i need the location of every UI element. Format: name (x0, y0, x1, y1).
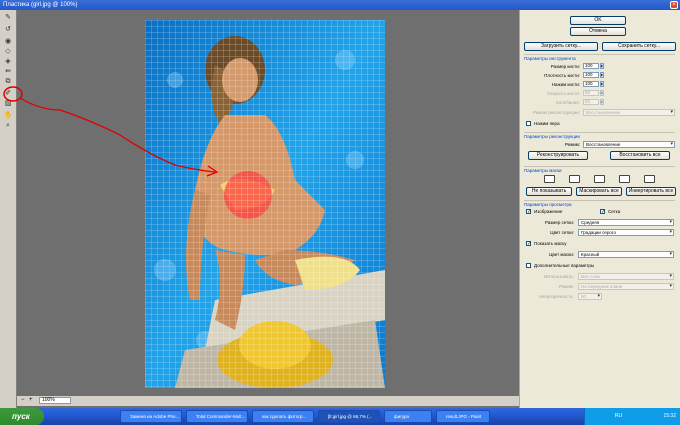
jitter-label: Колебание: (556, 100, 580, 105)
options-panel: OK Отмена Загрузить сетку... Сохранить с… (519, 10, 680, 408)
twirl-icon[interactable]: ◉ (3, 38, 13, 46)
taskbar-item[interactable]: Замена на Adobe Pho... (120, 410, 182, 423)
start-button[interactable]: пуск (0, 408, 44, 425)
status-bar: − + 100% (17, 396, 519, 406)
mode-label: Режим: (564, 142, 580, 147)
reconstruct-mode-select: Восстановление (583, 109, 675, 116)
brush-density-arrow-icon[interactable]: ▸ (600, 72, 604, 78)
taskbar-item[interactable]: result.JPG - Paint (436, 410, 490, 423)
load-mesh-button[interactable]: Загрузить сетку... (524, 42, 598, 51)
taskbar: пуск Замена на Adobe Pho... Total Comman… (0, 408, 680, 425)
use-label: Использовать: (543, 274, 574, 279)
window-title: Пластика (girl.jpg @ 100%) × (0, 0, 680, 10)
brush-pressure-arrow-icon[interactable]: ▸ (600, 81, 604, 87)
view-options-heading: Параметры просмотра (524, 200, 675, 207)
show-mesh-label: Сетка (608, 209, 621, 214)
mask-color-select[interactable]: Красный (578, 251, 674, 258)
image-canvas[interactable] (145, 20, 385, 388)
mask-add-icon[interactable] (569, 175, 580, 183)
reconstruct-icon[interactable]: ↺ (3, 26, 13, 34)
mask-none-button[interactable]: Не показывать (526, 187, 572, 196)
tool-options-heading: Параметры инструмента (524, 54, 675, 61)
reconstruct-mode-label: Режим реконструкции: (533, 110, 580, 115)
mask-subtract-icon[interactable] (594, 175, 605, 183)
mesh-color-select[interactable]: Градации серого (578, 229, 674, 236)
brush-size-arrow-icon[interactable]: ▸ (600, 63, 604, 69)
jitter-arrow-icon: ▸ (600, 99, 604, 105)
mask-invert-icon[interactable] (644, 175, 655, 183)
push-left-icon[interactable]: ⇚ (3, 68, 13, 76)
taskbar-item[interactable]: фигура (384, 410, 432, 423)
mask-replace-icon[interactable] (544, 175, 555, 183)
brush-rate-field: 80 (583, 90, 599, 96)
mask-all-button[interactable]: Маскировать все (576, 187, 622, 196)
brush-size-label: Размер кисти: (550, 64, 580, 69)
cancel-button[interactable]: Отмена (570, 27, 626, 36)
mask-color-label: Цвет маски: (549, 252, 574, 257)
use-select: Все слои (578, 273, 674, 280)
clock: 15:32 (663, 413, 676, 419)
reconstruct-options-heading: Параметры реконструкции (524, 132, 675, 139)
warp-icon[interactable]: ✎ (3, 14, 13, 22)
opacity-label: Непрозрачность: (538, 294, 574, 299)
restore-all-button[interactable]: Восстановить все (610, 151, 670, 160)
mirror-icon[interactable]: ⧉ (3, 78, 13, 86)
jitter-field: 50 (583, 99, 599, 105)
show-backdrop-label: Дополнительные параметры (534, 263, 595, 268)
reconstruct-button[interactable]: Реконструировать (528, 151, 588, 160)
mesh-size-select[interactable]: Средняя (578, 219, 674, 226)
stylus-pressure-checkbox[interactable] (526, 121, 531, 126)
zoom-in-icon[interactable]: + (29, 397, 33, 403)
show-mask-checkbox[interactable]: ✓ (526, 241, 531, 247)
freeze-mask-icon[interactable]: ✐ (3, 90, 13, 98)
brush-density-field[interactable]: 100 (583, 72, 599, 78)
mesh-color-label: Цвет сетки: (550, 230, 574, 235)
mesh-size-label: Размер сетки: (544, 220, 574, 225)
brush-rate-arrow-icon: ▸ (600, 90, 604, 96)
brush-size-field[interactable]: 100 (583, 63, 599, 69)
taskbar-item[interactable]: Total Commander-Mult... (186, 410, 248, 423)
close-icon[interactable]: × (670, 1, 678, 9)
opacity-select: 50 (578, 293, 602, 300)
thaw-mask-icon[interactable]: ▨ (3, 100, 13, 108)
brush-pressure-label: Нажим кисти: (551, 82, 580, 87)
mask-intersect-icon[interactable] (619, 175, 630, 183)
stylus-pressure-label: Нажим пера (534, 121, 560, 126)
tools-panel: ✎ ↺ ◉ ◇ ◈ ⇚ ⧉ ✐ ▨ ✋ ⌕ (0, 10, 17, 408)
pucker-icon[interactable]: ◇ (3, 48, 13, 56)
mask-options-heading: Параметры маски (524, 166, 675, 173)
system-tray: RU 15:32 (584, 408, 680, 425)
window-title-text: Пластика (girl.jpg @ 100%) (3, 2, 78, 8)
show-mask-label: Показать маску (534, 241, 567, 246)
show-image-checkbox[interactable]: ✓ (526, 209, 531, 215)
mesh-overlay (145, 20, 385, 388)
backdrop-mode-select: На переднем плане (578, 283, 674, 290)
mode-select[interactable]: Восстановление (583, 141, 675, 148)
backdrop-mode-label: Режим: (558, 284, 574, 289)
invert-all-button[interactable]: Инвертировать все (626, 187, 676, 196)
brush-rate-label: Скорость кисти: (546, 91, 580, 96)
bloat-icon[interactable]: ◈ (3, 58, 13, 66)
taskbar-item[interactable]: как сделать фотогр... (252, 410, 314, 423)
zoom-out-icon[interactable]: − (21, 397, 25, 403)
show-image-label: Изображение (534, 209, 563, 214)
hand-icon[interactable]: ✋ (3, 112, 13, 120)
show-backdrop-checkbox[interactable] (526, 263, 531, 268)
brush-density-label: Плотность кисти: (544, 73, 580, 78)
lang-indicator[interactable]: RU (615, 413, 622, 419)
zoom-icon[interactable]: ⌕ (3, 122, 13, 130)
brush-pressure-field[interactable]: 100 (583, 81, 599, 87)
taskbar-item[interactable]: [lt:girl.jpg @ 66,7% (... (318, 410, 380, 423)
show-mesh-checkbox[interactable]: ✓ (600, 209, 605, 215)
save-mesh-button[interactable]: Сохранить сетку... (602, 42, 676, 51)
ok-button[interactable]: OK (570, 16, 626, 25)
zoom-field[interactable]: 100% (39, 397, 71, 404)
